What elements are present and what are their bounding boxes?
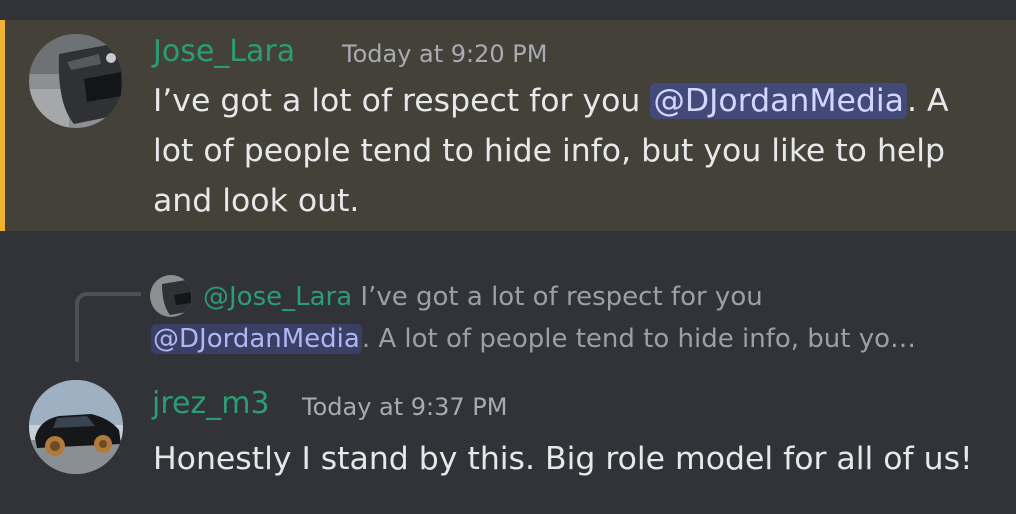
- message-timestamp: Today at 9:20 PM: [342, 40, 548, 68]
- avatar[interactable]: [29, 34, 123, 128]
- car-front-avatar-icon: [150, 275, 192, 317]
- message-content: Honestly I stand by this. Big role model…: [153, 441, 973, 477]
- black-car-avatar-icon: [29, 380, 123, 474]
- car-front-avatar-icon: [29, 34, 123, 128]
- user-mention[interactable]: @DJordanMedia: [650, 83, 907, 119]
- reply-avatar[interactable]: [150, 275, 192, 317]
- reply-text: I’ve got a lot of respect for you: [352, 282, 763, 312]
- reply-username[interactable]: @Jose_Lara: [203, 282, 352, 312]
- message-content: I’ve got a lot of respect for you @DJord…: [153, 76, 983, 226]
- reply-mention[interactable]: @DJordanMedia: [151, 324, 362, 354]
- message-username[interactable]: jrez_m3: [152, 386, 270, 421]
- reply-preview-line1[interactable]: @Jose_Lara I’ve got a lot of respect for…: [203, 276, 763, 318]
- message-timestamp: Today at 9:37 PM: [302, 393, 508, 421]
- mention-highlight-bar: [0, 20, 5, 231]
- reply-preview-line2[interactable]: @DJordanMedia. A lot of people tend to h…: [151, 318, 916, 360]
- reply-connector: [75, 292, 141, 362]
- reply-text: . A lot of people tend to hide info, but…: [361, 324, 917, 354]
- avatar[interactable]: [29, 380, 123, 474]
- top-strip: [0, 0, 1016, 20]
- message-username[interactable]: Jose_Lara: [153, 34, 295, 69]
- message-text: I’ve got a lot of respect for you: [153, 83, 651, 119]
